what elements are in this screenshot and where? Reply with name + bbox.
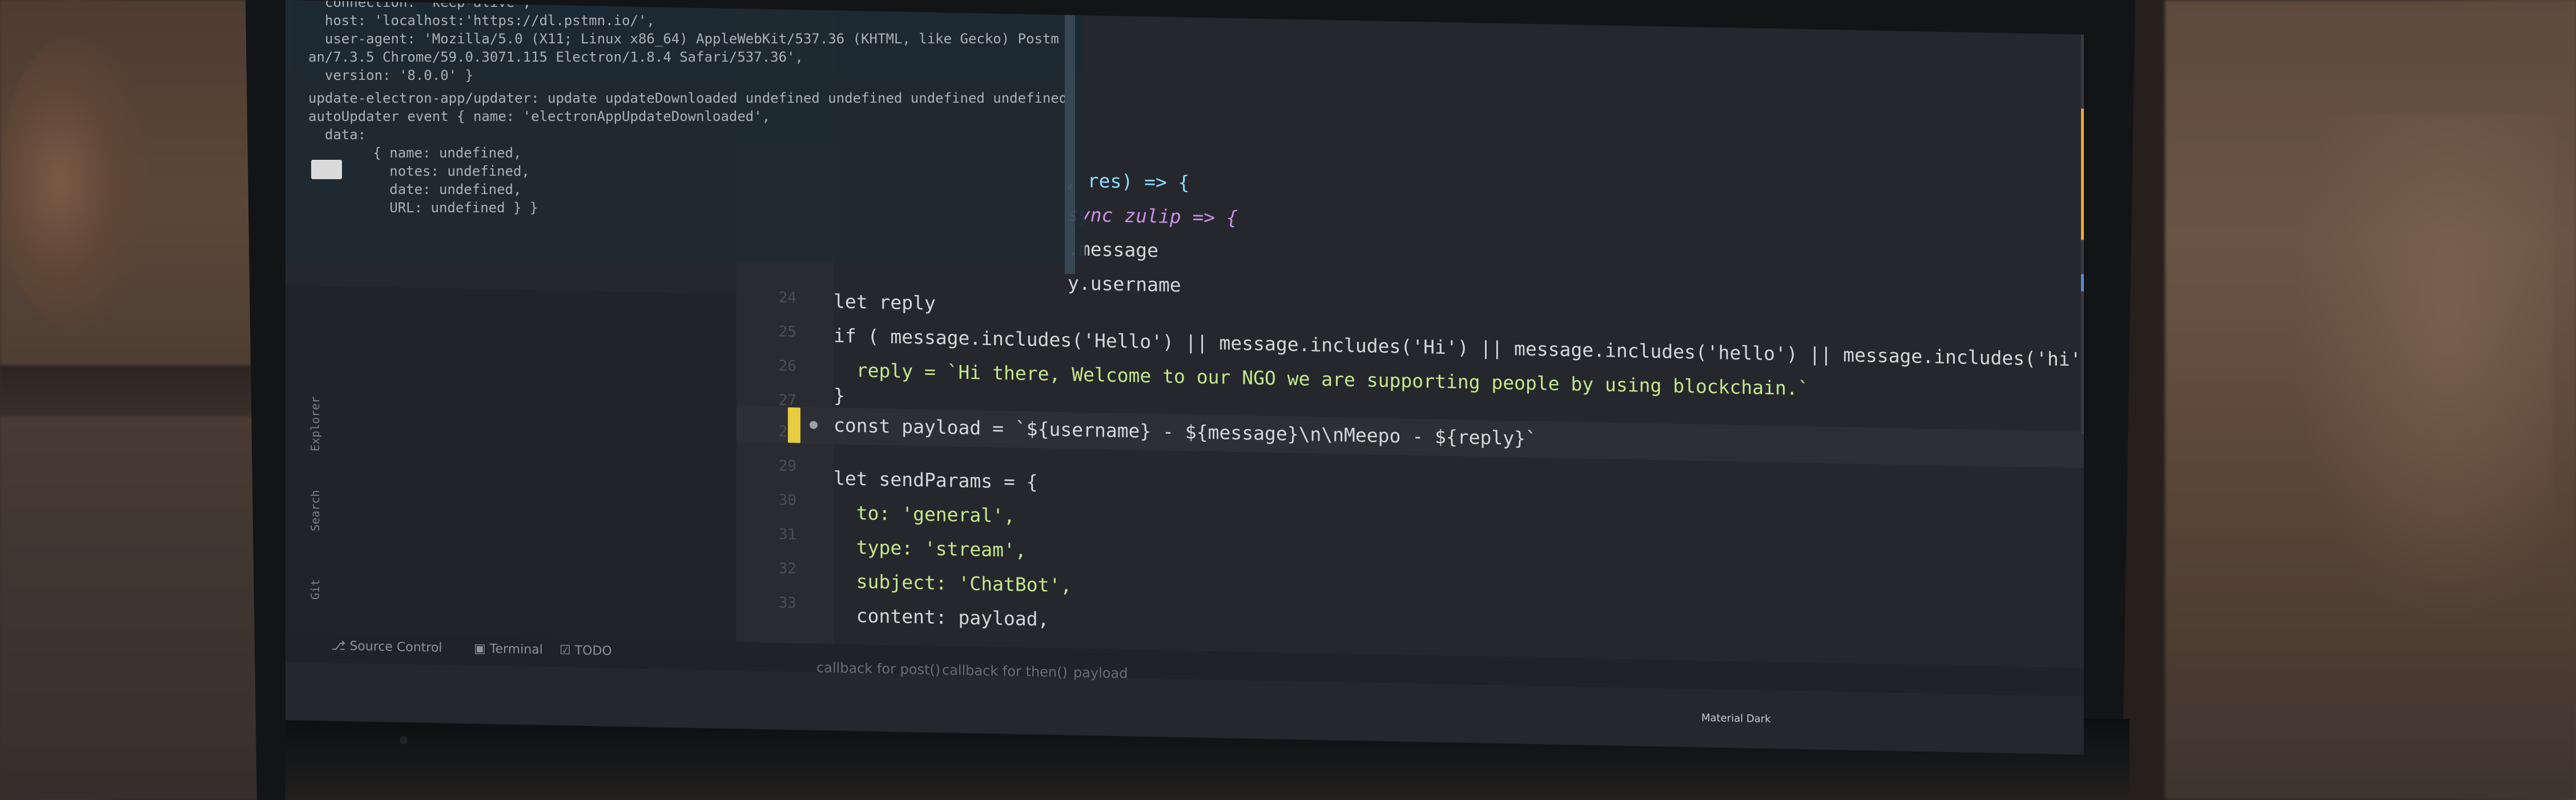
editor-scrollbar[interactable] bbox=[2081, 34, 2084, 434]
terminal-button[interactable]: ▣ Terminal bbox=[474, 641, 543, 657]
blurred-hand bbox=[0, 34, 148, 331]
terminal-line: host: 'localhost:'https://dl.pstmn.io/', bbox=[308, 13, 655, 29]
background-right bbox=[2165, 0, 2576, 800]
side-label-git[interactable]: Git bbox=[308, 579, 322, 600]
line-number: 27 bbox=[778, 391, 796, 410]
code-line[interactable]: y.username bbox=[1068, 272, 1181, 296]
line-number: 30 bbox=[778, 491, 796, 510]
side-panel bbox=[285, 285, 736, 660]
terminal-line: { name: undefined, bbox=[348, 145, 522, 161]
code-line[interactable]: } bbox=[834, 384, 845, 406]
line-number: 25 bbox=[778, 323, 796, 341]
background-left bbox=[0, 0, 274, 800]
side-label-search[interactable]: Search bbox=[308, 490, 322, 532]
line-number: 29 bbox=[778, 457, 796, 475]
indicator-light bbox=[400, 736, 408, 744]
code-line[interactable]: reply = `Hi there, Welcome to our NGO we… bbox=[834, 358, 1809, 399]
laptop-logo bbox=[1073, 765, 1188, 787]
breadcrumb-item[interactable]: callback for then() bbox=[942, 662, 1068, 680]
terminal-line: autoUpdater event { name: 'electronAppUp… bbox=[308, 108, 771, 124]
terminal-line: update-electron-app/updater: update upda… bbox=[308, 90, 1068, 106]
terminal-line: user-agent: 'Mozilla/5.0 (X11; Linux x86… bbox=[308, 31, 1059, 47]
code-line[interactable]: type: 'stream', bbox=[834, 535, 1027, 561]
screen: Explorer Search Git 24 25 26 27 28 29 30… bbox=[285, 0, 2084, 755]
code-line[interactable]: subject: 'ChatBot', bbox=[834, 569, 1072, 596]
line-number: 26 bbox=[778, 357, 796, 375]
terminal-line: version: '8.0.0' } bbox=[308, 67, 473, 83]
terminal-line: URL: undefined } } bbox=[348, 200, 538, 216]
git-change-dot bbox=[810, 421, 818, 429]
code-line[interactable]: content: payload, bbox=[834, 604, 1049, 630]
side-label-explorer[interactable]: Explorer bbox=[308, 396, 322, 451]
terminal-line: an/7.3.5 Chrome/59.0.3071.115 Electron/1… bbox=[308, 49, 803, 65]
terminal-cursor bbox=[311, 160, 342, 179]
background-glow bbox=[2291, 114, 2553, 628]
terminal-line: notes: undefined, bbox=[348, 163, 530, 179]
todo-button[interactable]: ☑ TODO bbox=[560, 643, 612, 658]
code-line[interactable]: let sendParams = { bbox=[834, 467, 1038, 493]
breadcrumb-item[interactable]: payload bbox=[1073, 664, 1128, 681]
line-number: 32 bbox=[778, 560, 796, 578]
scrollbar-change-marker bbox=[2081, 108, 2084, 240]
terminal-line: data: bbox=[308, 127, 367, 143]
blurred-shelf bbox=[0, 365, 274, 417]
theme-indicator[interactable]: Material Dark bbox=[1701, 712, 1771, 725]
terminal-window[interactable]: connection: 'keep-alive', host: 'localho… bbox=[285, 0, 1085, 274]
scrollbar-change-marker bbox=[2081, 274, 2084, 292]
code-line[interactable]: let reply bbox=[834, 290, 936, 314]
code-line[interactable]: sync zulip => { bbox=[1068, 203, 1238, 229]
line-number: 33 bbox=[778, 594, 796, 612]
status-bar bbox=[285, 633, 2084, 697]
breadcrumb-item[interactable]: callback for post() bbox=[816, 660, 940, 678]
source-control-button[interactable]: ⎇ Source Control bbox=[331, 639, 442, 656]
code-line[interactable]: to: 'general', bbox=[834, 501, 1015, 527]
terminal-line: date: undefined, bbox=[348, 181, 522, 197]
breakpoint-marker[interactable] bbox=[788, 407, 800, 443]
terminal-scrollbar[interactable] bbox=[1065, 0, 1075, 274]
line-number: 31 bbox=[778, 526, 796, 544]
line-number: 24 bbox=[778, 289, 796, 307]
